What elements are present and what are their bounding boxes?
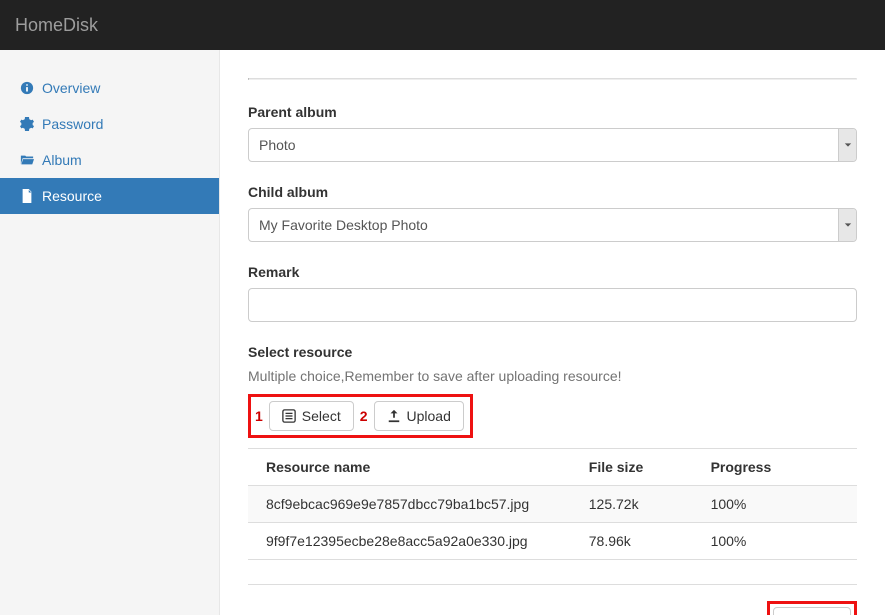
cell-progress: 100%	[693, 523, 857, 560]
chevron-down-icon	[838, 129, 856, 161]
save-button[interactable]: Save	[773, 607, 851, 615]
parent-album-label: Parent album	[248, 104, 857, 120]
file-icon	[20, 189, 34, 203]
sidebar-item-label: Resource	[42, 188, 102, 204]
remark-input[interactable]	[248, 288, 857, 322]
child-album-select[interactable]: My Favorite Desktop Photo	[248, 208, 857, 242]
annotation-number-1: 1	[255, 408, 263, 424]
upload-button-label: Upload	[407, 408, 451, 424]
hint-text: Multiple choice,Remember to save after u…	[248, 368, 857, 384]
col-resource-name: Resource name	[248, 449, 571, 486]
cell-progress: 100%	[693, 486, 857, 523]
select-button[interactable]: Select	[269, 401, 354, 431]
cell-name: 8cf9ebcac969e9e7857dbcc79ba1bc57.jpg	[248, 486, 571, 523]
sidebar-item-overview[interactable]: Overview	[0, 70, 219, 106]
parent-album-select[interactable]: Photo	[248, 128, 857, 162]
remark-label: Remark	[248, 264, 857, 280]
cell-size: 78.96k	[571, 523, 693, 560]
brand[interactable]: HomeDisk	[15, 15, 98, 36]
sidebar-item-label: Overview	[42, 80, 100, 96]
select-button-label: Select	[302, 408, 341, 424]
sidebar-item-password[interactable]: Password	[0, 106, 219, 142]
folder-open-icon	[20, 153, 34, 167]
info-circle-icon	[20, 81, 34, 95]
table-row: 9f9f7e12395ecbe28e8acc5a92a0e330.jpg 78.…	[248, 523, 857, 560]
child-album-label: Child album	[248, 184, 857, 200]
annotation-box-save: Save	[767, 601, 857, 615]
resource-table: Resource name File size Progress 8cf9ebc…	[248, 448, 857, 560]
table-row: 8cf9ebcac969e9e7857dbcc79ba1bc57.jpg 125…	[248, 486, 857, 523]
annotation-box-buttons: 1 Select 2 Upload	[248, 394, 473, 438]
child-album-value: My Favorite Desktop Photo	[259, 217, 428, 233]
cell-name: 9f9f7e12395ecbe28e8acc5a92a0e330.jpg	[248, 523, 571, 560]
footer: 3 Save	[248, 584, 857, 615]
sidebar-item-album[interactable]: Album	[0, 142, 219, 178]
upload-icon	[387, 409, 401, 423]
annotation-number-2: 2	[360, 408, 368, 424]
select-resource-label: Select resource	[248, 344, 857, 360]
gear-icon	[20, 117, 34, 131]
list-icon	[282, 409, 296, 423]
header: HomeDisk	[0, 0, 885, 50]
main-content: Parent album Photo Child album My Favori…	[220, 50, 885, 615]
divider	[248, 78, 857, 80]
upload-button[interactable]: Upload	[374, 401, 464, 431]
sidebar-item-resource[interactable]: Resource	[0, 178, 219, 214]
sidebar-item-label: Album	[42, 152, 82, 168]
col-progress: Progress	[693, 449, 857, 486]
sidebar: Overview Password Album Resource	[0, 50, 220, 615]
cell-size: 125.72k	[571, 486, 693, 523]
parent-album-value: Photo	[259, 137, 296, 153]
chevron-down-icon	[838, 209, 856, 241]
col-file-size: File size	[571, 449, 693, 486]
sidebar-item-label: Password	[42, 116, 103, 132]
